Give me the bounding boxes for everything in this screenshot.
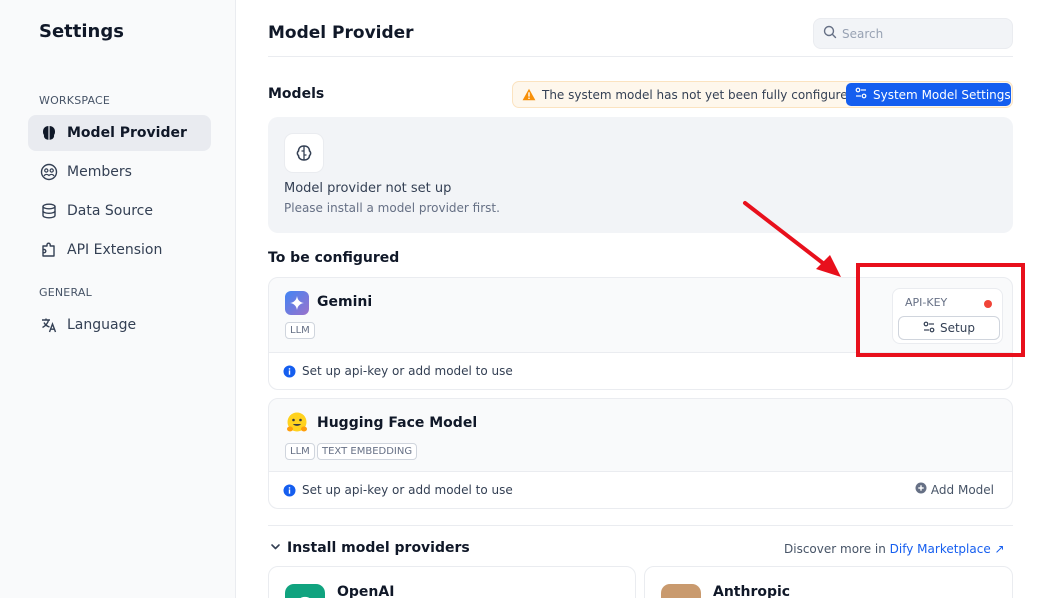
general-section-label: GENERAL [39,286,92,299]
sidebar-item-data-source[interactable]: Data Source [28,193,211,229]
puzzle-icon [40,241,58,259]
card-footer: Set up api-key or add model to use [269,471,1012,508]
models-heading: Models [268,86,325,102]
footer-text: Set up api-key or add model to use [302,483,513,497]
install-card-openai[interactable]: OpenAI [268,566,636,598]
model-type-tag: LLM [285,443,315,460]
chevron-down-icon [270,540,287,556]
sidebar-item-label: Data Source [67,203,153,219]
provider-name: Anthropic [713,584,791,598]
card-footer: Set up api-key or add model to use [269,352,1012,389]
annotation-arrow-icon [743,201,841,277]
marketplace-link-label: Dify Marketplace [889,542,991,556]
section-divider [268,525,1013,526]
install-card-anthropic[interactable]: Anthropic [644,566,1013,598]
gemini-logo-icon [285,291,309,315]
install-providers-heading: Install model providers [287,540,470,556]
sidebar-title: Settings [39,21,124,42]
info-icon [283,365,296,378]
system-model-settings-button[interactable]: System Model Settings [846,83,1011,106]
workspace-section-label: WORKSPACE [39,94,111,107]
model-type-tag: LLM [285,322,315,339]
annotation-highlight-box [856,263,1025,357]
sidebar-item-label: Model Provider [67,125,187,141]
provider-name: OpenAI [337,584,395,598]
sidebar-item-members[interactable]: Members [28,154,211,190]
empty-title: Model provider not set up [284,181,452,196]
empty-subtitle: Please install a model provider first. [284,201,500,215]
info-icon [283,484,296,497]
model-type-tag: TEXT EMBEDDING [317,443,418,460]
sidebar-item-label: Language [67,317,137,333]
settings-sliders-icon [855,87,873,102]
search-icon [823,25,837,43]
provider-name: Hugging Face Model [317,415,478,431]
install-providers-toggle[interactable]: Install model providers [270,540,470,556]
provider-name: Gemini [317,294,373,310]
provider-card-hugging-face: Hugging Face Model LLM TEXT EMBEDDING Se… [268,398,1013,509]
brain-icon [40,124,58,142]
system-model-settings-label: System Model Settings [873,87,1011,102]
sidebar-item-model-provider[interactable]: Model Provider [28,115,211,151]
add-model-button[interactable]: Add Model [915,482,994,497]
members-icon [40,163,58,181]
marketplace-link[interactable]: Dify Marketplace ↗ [890,542,1005,556]
external-arrow-icon: ↗ [994,542,1005,556]
anthropic-logo-icon [661,584,701,598]
sidebar-item-label: Members [67,164,132,180]
header-divider [268,56,1013,57]
sidebar-item-label: API Extension [67,242,163,258]
database-icon [40,202,58,220]
discover-marketplace: Discover more in Dify Marketplace ↗ [784,542,1005,556]
hugging-face-logo-icon [285,411,309,435]
sidebar: Settings WORKSPACE Model Provider Member… [0,0,236,598]
add-circle-icon [915,482,931,497]
warning-icon [522,88,536,101]
search-box[interactable] [813,18,1013,49]
page-title: Model Provider [268,23,414,43]
warning-text: The system model has not yet been fully … [542,87,856,102]
brain-icon [284,133,324,173]
search-input[interactable] [842,26,1002,41]
empty-models-panel [268,117,1013,233]
footer-text: Set up api-key or add model to use [302,364,513,378]
add-model-label: Add Model [930,482,994,497]
translate-icon [40,316,58,334]
openai-logo-icon [285,584,325,598]
sidebar-item-language[interactable]: Language [28,307,211,343]
discover-text: Discover more in [784,542,886,556]
to-be-configured-heading: To be configured [268,250,400,266]
sidebar-item-api-extension[interactable]: API Extension [28,232,211,268]
